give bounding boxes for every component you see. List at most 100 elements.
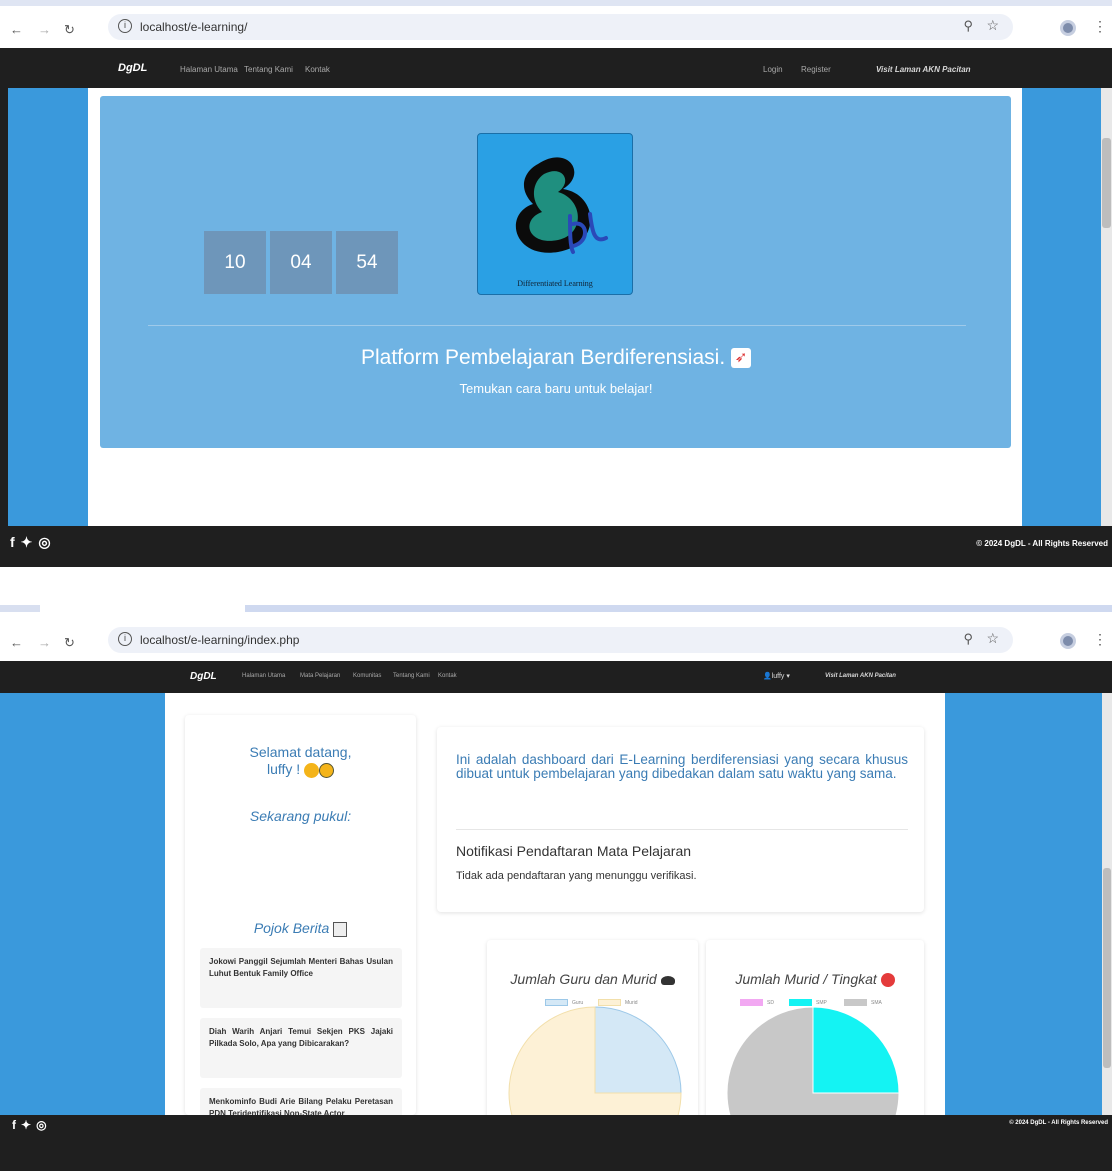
apple-icon — [880, 973, 895, 988]
back-icon[interactable]: ← — [10, 22, 23, 37]
welcome-line2: luffy ! — [185, 761, 416, 778]
page-bg-right-2 — [945, 693, 1102, 1115]
footer-copyright: © 2024 DgDL - All Rights Reserved — [976, 539, 1108, 548]
nav-mata-pelajaran[interactable]: Mata Pelajaran — [300, 673, 340, 679]
welcome-line1: Selamat datang, — [249, 744, 352, 760]
browser-chrome: ← → ↻ i localhost/e-learning/index.php ⚲… — [0, 613, 1112, 663]
newspaper-icon — [333, 921, 348, 937]
notif-divider — [456, 829, 908, 830]
site-info-icon[interactable]: i — [118, 19, 132, 33]
news-title: Pojok Berita — [185, 920, 416, 937]
dgdl-logo-mark — [515, 157, 608, 254]
url-text: localhost/e-learning/index.php — [140, 633, 300, 647]
nav-visit-akn[interactable]: Visit Laman AKN Pacitan — [825, 673, 896, 679]
waving-emoji-icon — [304, 762, 320, 778]
chart1-title-text: Jumlah Guru dan Murid — [510, 971, 657, 987]
brand-logo[interactable]: DgDL — [190, 671, 217, 682]
bookmark-star-icon[interactable]: ☆ — [986, 17, 999, 34]
hero-title-text: Platform Pembelajaran Berdiferensiasi. — [360, 346, 726, 369]
dashboard-intro: Ini adalah dashboard dari E-Learning ber… — [456, 752, 908, 781]
user-icon: 👤 — [763, 673, 772, 680]
news-item[interactable]: Jokowi Panggil Sejumlah Menteri Bahas Us… — [200, 948, 402, 1008]
nav-komunitas[interactable]: Komunitas — [353, 673, 381, 679]
profile-avatar[interactable] — [1060, 20, 1076, 36]
chart1-title: Jumlah Guru dan Murid — [487, 971, 698, 987]
welcome-user: luffy ! — [266, 761, 301, 777]
clock-hours: 10 — [204, 231, 266, 294]
notif-title: Notifikasi Pendaftaran Mata Pelajaran — [456, 843, 692, 859]
page-bg-left — [8, 88, 88, 526]
pie-slice-guru[interactable] — [594, 1006, 682, 1094]
address-bar[interactable]: i localhost/e-learning/ ⚲ ☆ — [108, 14, 1013, 40]
twitter-icon[interactable]: ✦ — [21, 534, 39, 550]
facebook-icon[interactable]: f — [12, 1118, 21, 1132]
nav-login[interactable]: Login — [763, 65, 783, 74]
site-info-icon[interactable]: i — [118, 632, 132, 646]
clock-minutes: 04 — [270, 231, 332, 294]
nav-kontak[interactable]: Kontak — [438, 673, 457, 679]
app-navbar: DgDL Halaman Utama Tentang Kami Kontak L… — [8, 48, 1112, 88]
news-item[interactable]: Diah Warih Anjari Temui Sekjen PKS Jajak… — [200, 1018, 402, 1078]
zoom-icon[interactable]: ⚲ — [963, 18, 973, 34]
page-bg-right — [1022, 88, 1112, 526]
pie-clip — [487, 1005, 924, 1115]
nav-halaman-utama[interactable]: Halaman Utama — [242, 673, 285, 679]
screenshot-landing: ← → ↻ i localhost/e-learning/ ⚲ ☆ ⋮ DgDL… — [0, 0, 1112, 567]
url-text: localhost/e-learning/ — [140, 20, 248, 34]
tab-strip — [0, 0, 1112, 6]
chart2-title-text: Jumlah Murid / Tingkat — [735, 971, 877, 987]
hero-divider — [148, 325, 966, 326]
hero-title: Platform Pembelajaran Berdiferensiasi. ➶ — [0, 346, 1112, 370]
notif-text: Tidak ada pendaftaran yang menunggu veri… — [456, 870, 697, 882]
site-footer: f✦◎ © 2024 DgDL - All Rights Reserved — [0, 526, 1112, 567]
scrollbar-thumb[interactable] — [1102, 138, 1111, 228]
rocket-icon: ➶ — [731, 348, 751, 369]
app-navbar-2: DgDL Halaman Utama Mata Pelajaran Komuni… — [0, 661, 1112, 693]
reload-icon[interactable]: ↻ — [64, 22, 75, 38]
news-title-text: Pojok Berita — [253, 920, 330, 936]
scrollbar-track-2[interactable] — [1102, 693, 1112, 1115]
pie-chart-murid-tingkat — [726, 1006, 900, 1115]
nav-visit-akn[interactable]: Visit Laman AKN Pacitan — [876, 65, 971, 74]
scrollbar-track[interactable] — [1101, 88, 1112, 526]
social-icons: f✦◎ — [10, 534, 57, 551]
facebook-icon[interactable]: f — [10, 534, 21, 550]
twitter-icon[interactable]: ✦ — [21, 1118, 36, 1132]
hero-subtitle: Temukan cara baru untuk belajar! — [459, 381, 653, 396]
nav-halaman-utama[interactable]: Halaman Utama — [180, 65, 238, 74]
scrollbar-thumb-2[interactable] — [1103, 868, 1111, 1068]
footer-copyright: © 2024 DgDL - All Rights Reserved — [1009, 1120, 1108, 1126]
user-menu[interactable]: 👤luffy ▾ — [763, 672, 790, 680]
zoom-icon[interactable]: ⚲ — [963, 631, 973, 647]
browser-chrome: ← → ↻ i localhost/e-learning/ ⚲ ☆ ⋮ — [0, 0, 1112, 48]
brand-logo[interactable]: DgDL — [118, 62, 147, 74]
chart2-title: Jumlah Murid / Tingkat — [706, 971, 924, 988]
browser-menu-icon[interactable]: ⋮ — [1093, 18, 1107, 35]
back-icon[interactable]: ← — [10, 635, 23, 650]
nav-kontak[interactable]: Kontak — [305, 65, 330, 74]
dgdl-logo: Differentiated Learning — [477, 133, 633, 295]
user-name: luffy — [771, 673, 785, 680]
nav-register[interactable]: Register — [801, 65, 831, 74]
site-footer-2: f✦◎ © 2024 DgDL - All Rights Reserved — [0, 1115, 1112, 1171]
address-bar[interactable]: i localhost/e-learning/index.php ⚲ ☆ — [108, 627, 1013, 653]
nav-tentang-kami[interactable]: Tentang Kami — [244, 65, 293, 74]
clock-seconds: 54 — [336, 231, 398, 294]
instagram-icon[interactable]: ◎ — [38, 534, 56, 550]
social-icons: f✦◎ — [12, 1118, 52, 1132]
pie-slice-smp[interactable] — [812, 1006, 900, 1094]
reload-icon[interactable]: ↻ — [64, 635, 75, 651]
graduation-cap-icon — [660, 975, 675, 985]
forward-icon[interactable]: → — [38, 635, 51, 650]
smiley-emoji-icon — [319, 762, 335, 778]
clock-label: Sekarang pukul: — [249, 808, 352, 824]
page-bg-left-2 — [0, 693, 165, 1115]
profile-avatar[interactable] — [1060, 633, 1076, 649]
nav-tentang-kami[interactable]: Tentang Kami — [393, 673, 430, 679]
bookmark-star-icon[interactable]: ☆ — [986, 630, 999, 647]
pie-chart-guru-murid — [508, 1006, 682, 1115]
instagram-icon[interactable]: ◎ — [36, 1118, 51, 1132]
forward-icon[interactable]: → — [38, 22, 51, 37]
screenshot-gap — [0, 567, 1112, 612]
browser-menu-icon[interactable]: ⋮ — [1093, 631, 1107, 648]
